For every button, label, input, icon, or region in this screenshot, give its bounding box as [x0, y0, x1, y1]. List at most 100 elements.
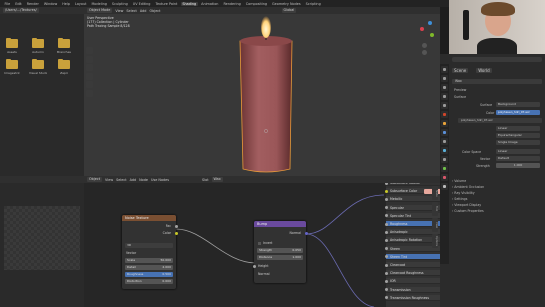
interpolation-select[interactable]: Linear [496, 126, 540, 131]
menu-item[interactable]: UV Editing [131, 2, 152, 6]
menu-item[interactable]: Modeling [90, 2, 108, 6]
bsdf-input-socket[interactable] [384, 279, 388, 283]
file-path[interactable]: /Users/…/Textures/ [3, 8, 39, 13]
folder-item[interactable]: Zapri [55, 58, 73, 75]
menu-item[interactable]: Animation [200, 2, 220, 6]
folder-item[interactable]: Branches [55, 37, 73, 54]
menu-item[interactable]: Layout [73, 2, 88, 6]
noise-scale-field[interactable]: Scale 50.000 [125, 258, 173, 263]
material-tab-icon[interactable] [441, 174, 448, 181]
tab-scene[interactable]: Scene [452, 68, 469, 73]
socket-height-in[interactable] [252, 265, 256, 268]
noise-distortion-field[interactable]: Distortion 0.000 [125, 279, 173, 284]
view-layer-tab-icon[interactable] [441, 93, 448, 100]
menu-item[interactable]: Sculpting [110, 2, 129, 6]
folder-item[interactable]: Autumn [29, 37, 47, 54]
bump-distance-field[interactable]: Distance 1.000 [257, 255, 303, 260]
menu-item[interactable]: File [3, 2, 12, 6]
menu-item[interactable]: Texture Paint [154, 2, 179, 6]
folder-item[interactable]: Assets [3, 37, 21, 54]
tool-tab-icon[interactable] [441, 66, 448, 73]
bsdf-input-socket[interactable] [384, 189, 388, 193]
projection-select[interactable]: Equirectangular [496, 133, 540, 138]
slot-select[interactable]: Slot [202, 178, 209, 182]
noise-texture-node[interactable]: Noise Texture Fac Color 3D Vector Scale 5… [122, 215, 178, 289]
menu-item[interactable]: Geometry Nodes [271, 2, 303, 6]
bsdf-input-socket[interactable] [384, 197, 388, 201]
bsdf-input-socket[interactable] [384, 230, 388, 234]
surface-value[interactable]: Background [496, 102, 540, 107]
physics-tab-icon[interactable] [441, 147, 448, 154]
node-menu-view[interactable]: View [105, 178, 113, 182]
node-editor-canvas[interactable]: Noise Texture Fac Color 3D Vector Scale 5… [84, 183, 440, 307]
render-tab-icon[interactable] [441, 75, 448, 82]
properties-subsection[interactable]: › Custom Properties [452, 208, 484, 214]
node-editor-type[interactable]: Object [87, 177, 103, 182]
side-tab[interactable]: Options [432, 234, 438, 248]
image-preview[interactable] [4, 206, 80, 270]
bsdf-input-row[interactable]: Sheen Tint [386, 253, 440, 260]
strength-value[interactable]: 1.000 [496, 163, 540, 168]
menu-item[interactable]: Window [42, 2, 58, 6]
color-space-value[interactable]: Linear [496, 149, 540, 154]
bsdf-input-row[interactable]: Clearcoat [386, 262, 440, 268]
menu-item[interactable]: Edit [14, 2, 24, 6]
menu-item[interactable]: Shading [180, 1, 198, 6]
properties-search[interactable] [452, 57, 542, 62]
bsdf-input-row[interactable]: IOR [386, 278, 440, 285]
bsdf-input-row[interactable]: Transmission [386, 286, 440, 293]
scene-tab-icon[interactable] [441, 102, 448, 109]
bsdf-input-socket[interactable] [384, 238, 388, 242]
menu-item[interactable]: Compositing [244, 2, 268, 6]
material-name[interactable]: Wax [211, 177, 223, 182]
use-nodes-toggle[interactable]: Use Nodes [151, 178, 169, 182]
texture-tab-icon[interactable] [441, 183, 448, 190]
vector-value[interactable]: Default [496, 156, 540, 161]
side-tab[interactable]: Tool [432, 202, 438, 216]
image-name-field[interactable]: polyhaven_hdri_07.exr [458, 118, 542, 123]
noise-roughness-field[interactable]: Roughness 0.500 [125, 272, 173, 277]
bump-invert[interactable]: Invert [258, 241, 272, 245]
side-tab[interactable]: View [432, 218, 438, 232]
socket-normal-out[interactable] [304, 232, 308, 235]
particles-tab-icon[interactable] [441, 138, 448, 145]
tab-world[interactable]: World [476, 68, 492, 73]
bump-node[interactable]: Bump Normal Invert Strength 0.050 Distanc… [252, 221, 308, 283]
bsdf-input-row[interactable]: Clearcoat Roughness [386, 270, 440, 277]
navigation-gizmo[interactable] [416, 19, 438, 59]
noise-detail-field[interactable]: Detail 2.000 [125, 265, 173, 270]
object-name-field[interactable]: Wax [452, 79, 542, 84]
bsdf-input-socket[interactable] [384, 263, 388, 267]
menu-item[interactable]: Help [61, 2, 72, 6]
modifier-tab-icon[interactable] [441, 129, 448, 136]
socket-color[interactable] [174, 232, 178, 235]
section-preview[interactable]: Preview [454, 88, 466, 92]
bsdf-input-socket[interactable] [384, 222, 388, 226]
section-surface[interactable]: Surface [454, 95, 466, 99]
bsdf-input-socket[interactable] [384, 255, 388, 259]
bsdf-input-socket[interactable] [384, 296, 388, 300]
object-tab-icon[interactable] [441, 120, 448, 127]
constraints-tab-icon[interactable] [441, 156, 448, 163]
noise-dimensions[interactable]: 3D [125, 243, 173, 248]
bump-strength-field[interactable]: Strength 0.050 [257, 248, 303, 253]
bsdf-input-socket[interactable] [384, 214, 388, 218]
world-tab-icon[interactable] [441, 111, 448, 118]
bsdf-input-socket[interactable] [384, 183, 388, 185]
data-tab-icon[interactable] [441, 165, 448, 172]
node-menu-select[interactable]: Select [116, 178, 126, 182]
bsdf-input-row[interactable]: Transmission Roughness [386, 294, 440, 301]
bsdf-input-socket[interactable] [384, 271, 388, 275]
output-tab-icon[interactable] [441, 84, 448, 91]
node-menu-node[interactable]: Node [139, 178, 148, 182]
menu-item[interactable]: Render [25, 2, 40, 6]
bsdf-input-socket[interactable] [384, 247, 388, 251]
extension-select[interactable]: Single Image [496, 140, 540, 145]
color-value[interactable]: polyhaven_hdri_07.exr [496, 110, 540, 115]
viewport-3d[interactable]: Object Mode View Select Add Object Globa… [84, 7, 440, 176]
menu-item[interactable]: Rendering [222, 2, 242, 6]
folder-item[interactable]: Imagestck [3, 58, 21, 75]
bsdf-input-socket[interactable] [384, 206, 388, 210]
side-tab[interactable]: Node [432, 186, 438, 200]
menu-item[interactable]: Scripting [304, 2, 322, 6]
